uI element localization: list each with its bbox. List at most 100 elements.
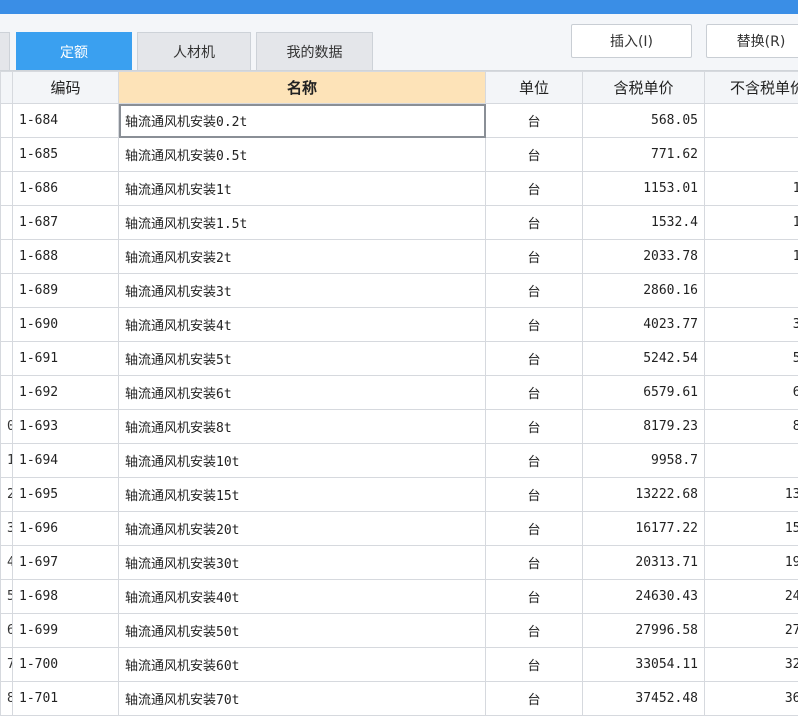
price-tax-cell[interactable]: 771.62 (583, 138, 705, 172)
price-tax-cell[interactable]: 2033.78 (583, 240, 705, 274)
price-notax-cell[interactable]: 13025 (705, 478, 798, 512)
code-cell[interactable]: 1-686 (13, 172, 119, 206)
table-row[interactable]: 11-694轴流通风机安装10t台9958.7981 (1, 444, 798, 478)
price-tax-cell[interactable]: 4023.77 (583, 308, 705, 342)
row-index-cell[interactable]: 6 (1, 614, 13, 648)
row-index-cell[interactable]: 1 (1, 444, 13, 478)
price-notax-cell[interactable]: 1508 (705, 206, 798, 240)
row-index-cell[interactable]: 2 (1, 478, 13, 512)
row-index-cell[interactable] (1, 308, 13, 342)
unit-cell[interactable]: 台 (486, 682, 583, 716)
row-index-cell[interactable] (1, 376, 13, 410)
header-unit[interactable]: 单位 (486, 72, 583, 104)
name-cell[interactable]: 轴流通风机安装0.5t (119, 138, 486, 172)
price-notax-cell[interactable]: 1996 (705, 240, 798, 274)
price-tax-cell[interactable]: 1532.4 (583, 206, 705, 240)
header-code[interactable]: 编码 (13, 72, 119, 104)
code-cell[interactable]: 1-689 (13, 274, 119, 308)
unit-cell[interactable]: 台 (486, 274, 583, 308)
name-cell[interactable]: 轴流通风机安装5t (119, 342, 486, 376)
price-notax-cell[interactable]: 5172 (705, 342, 798, 376)
name-cell[interactable]: 轴流通风机安装15t (119, 478, 486, 512)
tab-quota[interactable]: 定额 (16, 32, 132, 70)
code-cell[interactable]: 1-698 (13, 580, 119, 614)
code-cell[interactable]: 1-699 (13, 614, 119, 648)
price-notax-cell[interactable]: 19978 (705, 546, 798, 580)
price-notax-cell[interactable]: 36750 (705, 682, 798, 716)
name-cell[interactable]: 轴流通风机安装70t (119, 682, 486, 716)
table-row[interactable]: 41-697轴流通风机安装30t台20313.7119978 (1, 546, 798, 580)
unit-cell[interactable]: 台 (486, 546, 583, 580)
name-cell[interactable]: 轴流通风机安装3t (119, 274, 486, 308)
row-index-cell[interactable]: 5 (1, 580, 13, 614)
price-tax-cell[interactable]: 568.05 (583, 104, 705, 138)
unit-cell[interactable]: 台 (486, 648, 583, 682)
code-cell[interactable]: 1-692 (13, 376, 119, 410)
price-notax-cell[interactable]: 554 (705, 104, 798, 138)
price-notax-cell[interactable]: 8062 (705, 410, 798, 444)
unit-cell[interactable]: 台 (486, 342, 583, 376)
unit-cell[interactable]: 台 (486, 308, 583, 342)
table-row[interactable]: 1-687轴流通风机安装1.5t台1532.41508 (1, 206, 798, 240)
unit-cell[interactable]: 台 (486, 478, 583, 512)
unit-cell[interactable]: 台 (486, 104, 583, 138)
table-row[interactable]: 1-689轴流通风机安装3t台2860.162 (1, 274, 798, 308)
price-notax-cell[interactable]: 981 (705, 444, 798, 478)
table-row[interactable]: 1-690轴流通风机安装4t台4023.773965 (1, 308, 798, 342)
price-tax-cell[interactable]: 8179.23 (583, 410, 705, 444)
row-index-cell[interactable] (1, 240, 13, 274)
row-index-cell[interactable] (1, 342, 13, 376)
row-index-cell[interactable] (1, 206, 13, 240)
row-index-cell[interactable]: 4 (1, 546, 13, 580)
code-cell[interactable]: 1-694 (13, 444, 119, 478)
table-row[interactable]: 1-686轴流通风机安装1t台1153.011131 (1, 172, 798, 206)
name-cell[interactable]: 轴流通风机安装30t (119, 546, 486, 580)
name-cell[interactable]: 轴流通风机安装20t (119, 512, 486, 546)
price-tax-cell[interactable]: 33054.11 (583, 648, 705, 682)
price-tax-cell[interactable]: 16177.22 (583, 512, 705, 546)
price-tax-cell[interactable]: 2860.16 (583, 274, 705, 308)
name-cell[interactable]: 轴流通风机安装40t (119, 580, 486, 614)
row-index-cell[interactable] (1, 138, 13, 172)
name-cell[interactable]: 轴流通风机安装2t (119, 240, 486, 274)
header-price-notax[interactable]: 不含税单价 (705, 72, 798, 104)
row-index-cell[interactable]: 7 (1, 648, 13, 682)
price-notax-cell[interactable]: 27494 (705, 614, 798, 648)
unit-cell[interactable]: 台 (486, 614, 583, 648)
name-cell[interactable]: 轴流通风机安装6t (119, 376, 486, 410)
price-tax-cell[interactable]: 24630.43 (583, 580, 705, 614)
name-cell[interactable]: 轴流通风机安装4t (119, 308, 486, 342)
name-cell[interactable]: 轴流通风机安装0.2t (119, 104, 486, 138)
row-index-cell[interactable]: 3 (1, 512, 13, 546)
code-cell[interactable]: 1-690 (13, 308, 119, 342)
code-cell[interactable]: 1-700 (13, 648, 119, 682)
price-notax-cell[interactable]: 1131 (705, 172, 798, 206)
price-tax-cell[interactable]: 5242.54 (583, 342, 705, 376)
code-cell[interactable]: 1-685 (13, 138, 119, 172)
table-row[interactable]: 81-701轴流通风机安装70t台37452.4836750 (1, 682, 798, 716)
code-cell[interactable]: 1-701 (13, 682, 119, 716)
price-notax-cell[interactable]: 757 (705, 138, 798, 172)
insert-button[interactable]: 插入(I) (571, 24, 692, 58)
row-index-cell[interactable]: 0 (1, 410, 13, 444)
table-row[interactable]: 1-684轴流通风机安装0.2t台568.05554 (1, 104, 798, 138)
header-price-tax[interactable]: 含税单价 (583, 72, 705, 104)
unit-cell[interactable]: 台 (486, 138, 583, 172)
unit-cell[interactable]: 台 (486, 444, 583, 478)
price-notax-cell[interactable]: 15948 (705, 512, 798, 546)
header-name[interactable]: 名称 (119, 72, 486, 104)
name-cell[interactable]: 轴流通风机安装8t (119, 410, 486, 444)
unit-cell[interactable]: 台 (486, 410, 583, 444)
replace-button[interactable]: 替换(R) (706, 24, 798, 58)
code-cell[interactable]: 1-688 (13, 240, 119, 274)
table-row[interactable]: 01-693轴流通风机安装8t台8179.238062 (1, 410, 798, 444)
name-cell[interactable]: 轴流通风机安装50t (119, 614, 486, 648)
tab-my-data[interactable]: 我的数据 (256, 32, 373, 70)
price-tax-cell[interactable]: 9958.7 (583, 444, 705, 478)
table-row[interactable]: 1-688轴流通风机安装2t台2033.781996 (1, 240, 798, 274)
name-cell[interactable]: 轴流通风机安装60t (119, 648, 486, 682)
table-row[interactable]: 1-691轴流通风机安装5t台5242.545172 (1, 342, 798, 376)
row-index-cell[interactable] (1, 274, 13, 308)
table-row[interactable]: 31-696轴流通风机安装20t台16177.2215948 (1, 512, 798, 546)
table-row[interactable]: 21-695轴流通风机安装15t台13222.6813025 (1, 478, 798, 512)
